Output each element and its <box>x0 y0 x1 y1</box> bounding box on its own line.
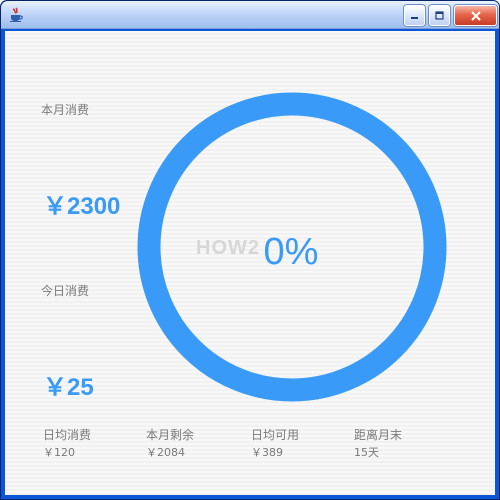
stat-value: ￥2084 <box>146 446 185 459</box>
stat-monthly-remaining: 本月剩余 ￥2084 <box>146 428 246 459</box>
close-button[interactable] <box>454 5 497 26</box>
stat-value: 15天 <box>354 446 379 459</box>
gauge-watermark: HOW2 <box>196 237 260 259</box>
minimize-button[interactable] <box>404 5 425 26</box>
close-icon <box>470 10 481 21</box>
maximize-button[interactable] <box>429 5 450 26</box>
stat-label: 日均消费 <box>43 428 92 442</box>
java-icon <box>10 7 23 22</box>
monthly-spending-value: ￥2300 <box>43 193 121 220</box>
stat-value: ￥120 <box>43 446 75 459</box>
stat-value: ￥389 <box>251 446 283 459</box>
stat-days-to-month-end: 距离月末 15天 <box>354 428 454 459</box>
progress-percent: 0% <box>263 231 319 273</box>
today-spending-label: 今日消费 <box>41 284 90 298</box>
stat-daily-available: 日均可用 ￥389 <box>251 428 351 459</box>
stat-daily-average: 日均消费 ￥120 <box>43 428 143 459</box>
content-panel: 本月消费 ￥2300 今日消费 ￥25 HOW2 0% 日均消费 ￥120 本月… <box>5 31 495 495</box>
minimize-icon <box>411 17 418 19</box>
maximize-icon <box>435 11 444 20</box>
stat-label: 本月剩余 <box>146 428 195 442</box>
title-bar[interactable] <box>1 1 499 29</box>
stat-label: 距离月末 <box>354 428 403 442</box>
stat-label: 日均可用 <box>251 428 300 442</box>
monthly-spending-label: 本月消费 <box>41 103 90 117</box>
today-spending-value: ￥25 <box>43 374 94 401</box>
application-window: 本月消费 ￥2300 今日消费 ￥25 HOW2 0% 日均消费 ￥120 本月… <box>0 0 500 500</box>
